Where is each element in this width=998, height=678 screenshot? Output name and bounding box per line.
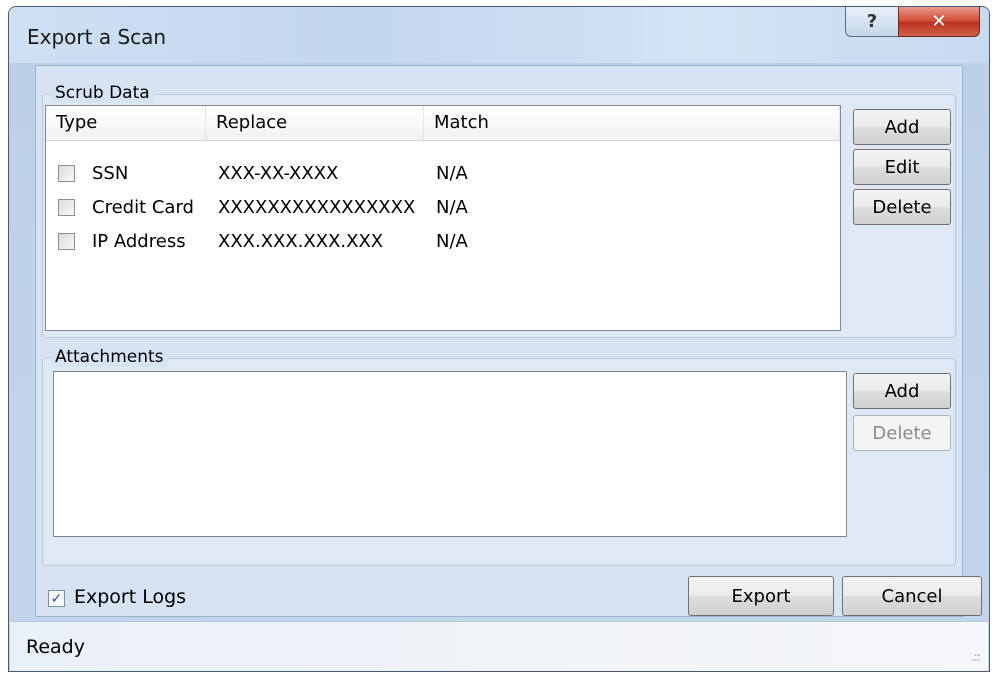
export-scan-dialog: Export a Scan ? ✕ Scrub Data Type Replac…: [8, 6, 990, 672]
scrub-data-group: Scrub Data Type Replace Match SSN XXX-XX…: [42, 83, 956, 338]
attachments-add-button[interactable]: Add: [853, 373, 951, 409]
attachments-list[interactable]: [53, 371, 847, 537]
checkbox-icon[interactable]: [58, 233, 75, 250]
row-replace: XXX-XX-XXXX: [218, 163, 339, 184]
attachments-label: Attachments: [51, 347, 168, 367]
row-match: N/A: [436, 231, 468, 252]
column-header-type[interactable]: Type: [46, 106, 206, 140]
help-button[interactable]: ?: [845, 7, 899, 37]
scrub-list-header: Type Replace Match: [46, 106, 840, 141]
export-logs-checkbox[interactable]: ✓: [48, 590, 65, 607]
attachments-delete-button[interactable]: Delete: [853, 415, 951, 451]
column-header-match[interactable]: Match: [424, 106, 840, 140]
row-type: SSN: [92, 163, 129, 184]
scrub-delete-button[interactable]: Delete: [853, 189, 951, 225]
row-replace: XXXXXXXXXXXXXXXX: [218, 197, 416, 218]
window-title: Export a Scan: [27, 25, 167, 49]
dialog-body: Scrub Data Type Replace Match SSN XXX-XX…: [35, 65, 982, 617]
row-type: IP Address: [92, 231, 186, 252]
close-icon: ✕: [931, 11, 947, 32]
status-text: Ready: [26, 636, 85, 658]
table-row[interactable]: IP Address XXX.XXX.XXX.XXX N/A: [46, 226, 840, 258]
checkbox-icon[interactable]: [58, 199, 75, 216]
checkmark-icon: ✓: [50, 590, 63, 607]
checkbox-icon[interactable]: [58, 165, 75, 182]
table-row[interactable]: Credit Card XXXXXXXXXXXXXXXX N/A: [46, 192, 840, 224]
scrub-edit-button[interactable]: Edit: [853, 149, 951, 185]
resize-grip-icon[interactable]: .::: [971, 650, 981, 664]
scrub-data-list[interactable]: Type Replace Match SSN XXX-XX-XXXX N/A C…: [45, 105, 841, 331]
column-header-replace[interactable]: Replace: [206, 106, 424, 140]
attachments-group: Attachments Add Delete: [42, 347, 956, 566]
help-icon: ?: [866, 11, 878, 32]
export-button[interactable]: Export: [688, 576, 834, 616]
row-replace: XXX.XXX.XXX.XXX: [218, 231, 384, 252]
row-match: N/A: [436, 197, 468, 218]
status-bar: Ready .::: [10, 621, 988, 671]
cancel-button[interactable]: Cancel: [842, 576, 982, 616]
close-button[interactable]: ✕: [898, 7, 980, 37]
title-bar[interactable]: Export a Scan ? ✕: [9, 7, 989, 63]
scrub-add-button[interactable]: Add: [853, 109, 951, 145]
row-type: Credit Card: [92, 197, 194, 218]
export-logs-label[interactable]: Export Logs: [74, 586, 186, 608]
row-match: N/A: [436, 163, 468, 184]
table-row[interactable]: SSN XXX-XX-XXXX N/A: [46, 158, 840, 190]
scrub-data-label: Scrub Data: [51, 83, 154, 103]
